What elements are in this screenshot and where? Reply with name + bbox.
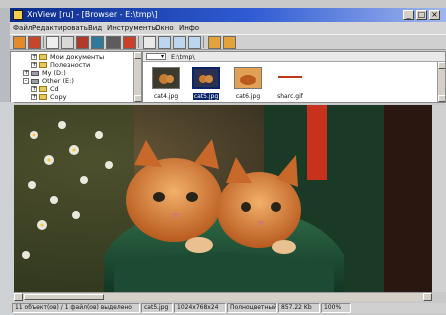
cat-preview-icon	[235, 68, 261, 88]
file-browser: ▾ E:\tmp\ cat4.jpg cat5.jpg cat6.jpg sha…	[142, 51, 446, 103]
title-bar[interactable]: XnView [ru] - [Browser - E:\tmp\] _ □ ×	[10, 8, 446, 22]
expand-icon[interactable]: +	[31, 94, 37, 100]
scroll-thumb[interactable]	[24, 294, 104, 300]
image-viewer[interactable]	[14, 105, 432, 292]
view-list-icon[interactable]	[173, 36, 186, 49]
view-small-icon[interactable]	[158, 36, 171, 49]
menu-info[interactable]: Инфо	[179, 22, 199, 34]
toolbar-separator	[203, 36, 204, 48]
tree-item[interactable]: + Cd	[31, 85, 59, 93]
file-thumbnail[interactable]: cat4.jpg	[149, 65, 183, 102]
settings-icon[interactable]	[91, 36, 104, 49]
help-icon[interactable]	[208, 36, 221, 49]
folder-icon	[39, 86, 47, 92]
scroll-up-arrow[interactable]	[438, 62, 445, 69]
menu-window[interactable]: Окно	[155, 22, 174, 34]
drive-icon	[31, 70, 39, 76]
path-dropdown[interactable]: ▾	[146, 53, 166, 60]
status-bar: 11 объект(ов) / 1 файл(ов) выделено cat5…	[12, 303, 446, 313]
tree-item-label: Полезности	[50, 61, 91, 69]
tree-scrollbar[interactable]	[133, 52, 141, 102]
thumbnail-image	[192, 67, 220, 89]
file-thumbnail[interactable]: cat6.jpg	[231, 65, 265, 102]
left-panel-edge	[0, 102, 14, 315]
slideshow-icon[interactable]	[106, 36, 121, 49]
status-size: 857.22 Kb	[278, 303, 320, 313]
status-mode: Полноцветный	[227, 303, 277, 313]
thumbnail-image	[152, 67, 180, 89]
cat-preview-icon	[194, 69, 218, 87]
browser-icon[interactable]	[28, 36, 41, 49]
view-large-icon[interactable]	[143, 36, 156, 49]
status-filename: cat5.jpg	[141, 303, 173, 313]
folder-icon	[39, 54, 47, 60]
menu-view[interactable]: Вид	[88, 22, 102, 34]
viewer-horizontal-scrollbar[interactable]	[14, 292, 432, 301]
minimize-button[interactable]: _	[403, 10, 414, 20]
tree-item-label: Other (E:)	[42, 77, 74, 85]
window-title: XnView [ru] - [Browser - E:\tmp\]	[27, 10, 158, 19]
tree-item[interactable]: + My (D:)	[23, 69, 66, 77]
status-dimensions: 1024x768x24	[174, 303, 226, 313]
kittens-photo	[14, 105, 432, 292]
scroll-down-arrow[interactable]	[134, 95, 141, 102]
tree-item[interactable]: + Мои документы	[31, 53, 104, 61]
right-panel-edge	[432, 105, 446, 292]
tree-item-label: My (D:)	[42, 69, 66, 77]
print-icon[interactable]	[46, 36, 59, 49]
xnview-window: XnView [ru] - [Browser - E:\tmp\] _ □ × …	[0, 0, 446, 315]
maximize-button[interactable]: □	[416, 10, 427, 20]
path-bar: ▾ E:\tmp\	[143, 52, 445, 62]
tree-item[interactable]: + Полезности	[31, 61, 90, 69]
menu-bar: Файл Редактировать Вид Инструменты Окно …	[10, 22, 446, 34]
window-controls: _ □ ×	[403, 10, 440, 20]
toolbar-separator	[43, 36, 44, 48]
scroll-left-arrow[interactable]	[14, 293, 23, 301]
collapse-icon[interactable]: -	[23, 78, 29, 84]
status-zoom: 100%	[321, 303, 351, 313]
status-selection: 11 объект(ов) / 1 файл(ов) выделено	[12, 303, 140, 313]
convert-icon[interactable]	[123, 36, 136, 49]
file-name: cat4.jpg	[153, 93, 179, 100]
menu-tools[interactable]: Инструменты	[107, 22, 157, 34]
scroll-down-arrow[interactable]	[438, 95, 445, 102]
shark-preview-icon	[278, 76, 302, 78]
view-details-icon[interactable]	[188, 36, 201, 49]
thumbnail-image	[276, 67, 304, 89]
about-icon[interactable]	[223, 36, 236, 49]
scroll-right-arrow[interactable]	[423, 293, 432, 301]
expand-icon[interactable]: +	[31, 54, 37, 60]
folder-tree: + Мои документы + Полезности + My (D:) - Oth…	[10, 51, 142, 103]
folder-icon	[39, 94, 47, 100]
cat-preview-icon	[153, 68, 179, 88]
file-name: cat6.jpg	[235, 93, 261, 100]
file-thumbnail[interactable]: sharc.gif	[273, 65, 307, 102]
file-name: sharc.gif	[277, 93, 303, 100]
menu-file[interactable]: Файл	[13, 22, 32, 34]
scroll-up-arrow[interactable]	[134, 52, 141, 59]
expand-icon[interactable]: +	[23, 70, 29, 76]
expand-icon[interactable]: +	[31, 86, 37, 92]
menu-edit[interactable]: Редактировать	[32, 22, 88, 34]
expand-icon[interactable]: +	[31, 62, 37, 68]
thumbnail-image	[234, 67, 262, 89]
tree-item[interactable]: - Other (E:)	[23, 77, 74, 85]
capture-icon[interactable]	[76, 36, 89, 49]
toolbar	[10, 34, 446, 50]
scan-icon[interactable]	[61, 36, 74, 49]
tree-item[interactable]: + Copy	[31, 93, 67, 101]
toolbar-separator	[138, 36, 139, 48]
tree-item-label: Copy	[50, 93, 67, 101]
tree-item-label: Мои документы	[50, 53, 105, 61]
folder-icon	[39, 62, 47, 68]
browser-scrollbar[interactable]	[437, 62, 445, 102]
file-name: cat5.jpg	[192, 93, 220, 100]
tree-item-label: Cd	[50, 85, 59, 93]
app-icon	[13, 10, 23, 20]
drive-icon	[31, 78, 39, 84]
folder-icon[interactable]	[13, 36, 26, 49]
current-path[interactable]: E:\tmp\	[171, 52, 195, 62]
close-button[interactable]: ×	[429, 10, 440, 20]
file-thumbnail-selected[interactable]: cat5.jpg	[189, 65, 223, 102]
